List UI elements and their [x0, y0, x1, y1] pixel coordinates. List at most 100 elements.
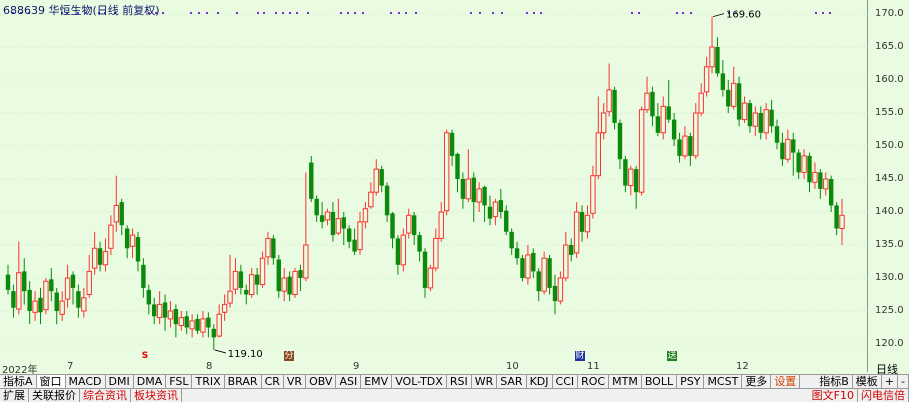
candle-body	[476, 188, 482, 203]
indicator-tab[interactable]: MACD	[66, 375, 106, 389]
indicator-tab[interactable]: ASI	[336, 375, 362, 389]
candle-body	[823, 178, 829, 190]
bottom-tab-bar: 扩展 关联报价 综合资讯 板块资讯 图文F10 闪电信倍	[0, 388, 909, 402]
price-tick-label: 130.0	[875, 272, 904, 283]
indicator-tab-right[interactable]: -	[898, 375, 909, 389]
indicator-tab[interactable]: VOL-TDX	[392, 375, 447, 389]
price-axis: 170.0 165.0 160.0 155.0 150.0 145.0 140.0 135.0…	[869, 0, 909, 372]
indicator-tab[interactable]: 窗口	[36, 375, 66, 389]
signal-dot	[540, 12, 542, 14]
indicator-tab[interactable]: RSI	[447, 375, 472, 389]
price-tick-label: 165.0	[875, 41, 904, 52]
candle-body	[173, 309, 179, 325]
indicator-tab[interactable]: MCST	[704, 375, 743, 389]
candle-body	[504, 210, 509, 232]
event-marker-1[interactable]: 分	[284, 351, 294, 361]
candle-body	[525, 254, 531, 279]
candle-body	[655, 116, 661, 133]
indicator-tab[interactable]: VR	[284, 375, 307, 389]
signal-dot	[676, 12, 678, 14]
signal-dot	[405, 12, 407, 14]
bottom-tab-right[interactable]: 图文F10	[809, 389, 858, 402]
indicator-tab[interactable]: BRAR	[225, 375, 262, 389]
indicator-tab-right[interactable]: 模板	[853, 375, 882, 389]
candle-body	[666, 106, 671, 120]
signal-dot	[682, 12, 684, 14]
event-marker-3[interactable]: 送	[667, 351, 677, 361]
signal-dot	[526, 12, 528, 14]
indicator-tab[interactable]: SAR	[497, 375, 527, 389]
candle-body	[612, 89, 617, 123]
signal-dot	[198, 12, 200, 14]
annotation-arrow	[214, 349, 226, 354]
signal-dot	[638, 12, 640, 14]
signal-dot	[492, 12, 494, 14]
candle-body	[227, 290, 233, 304]
candle-body	[265, 237, 271, 258]
date-axis: 2022年 7 8 9 10 11 12	[0, 361, 868, 376]
candle-body	[200, 318, 206, 333]
candle-body	[5, 274, 11, 290]
indicator-tab[interactable]: FSL	[166, 375, 193, 389]
chart-area[interactable]: 169.60 119.10 688639 华恒生物(日线 前复权) S 分 财 送…	[0, 0, 868, 376]
price-tick-label: 125.0	[875, 305, 904, 316]
signal-dot	[162, 12, 164, 14]
candle-body	[601, 112, 607, 134]
event-marker-2[interactable]: 财	[575, 351, 585, 361]
candle-body	[606, 89, 612, 113]
indicator-tab-right[interactable]: 指标B	[816, 375, 853, 389]
bottom-tab[interactable]: 扩展	[0, 389, 29, 402]
signal-dot	[275, 12, 277, 14]
candle-body	[638, 109, 645, 193]
indicator-tab[interactable]: PSY	[677, 375, 705, 389]
candle-body	[11, 291, 16, 308]
price-tick-label: 145.0	[875, 173, 904, 184]
candle-body	[216, 313, 222, 337]
indicator-tab[interactable]: DMI	[106, 375, 134, 389]
candle-body	[671, 119, 677, 140]
indicator-tab[interactable]: CR	[262, 375, 284, 389]
candle-body	[368, 191, 374, 208]
candle-body	[379, 169, 384, 186]
candle-body	[569, 245, 574, 255]
candle-body	[818, 172, 823, 189]
signal-dot	[263, 12, 265, 14]
indicator-tab[interactable]: CCI	[553, 375, 579, 389]
candle-body	[362, 208, 369, 223]
low-price-label: 119.10	[228, 349, 263, 360]
candle-body	[244, 289, 249, 295]
indicator-tab-right[interactable]: +	[882, 375, 899, 389]
split-marker-s[interactable]: S	[140, 351, 150, 361]
candlestick-chart[interactable]: 169.60 119.10	[0, 0, 868, 372]
indicator-tab[interactable]: OBV	[306, 375, 337, 389]
candle-body	[650, 91, 655, 117]
candle-body	[644, 92, 650, 111]
indicator-tab[interactable]: EMV	[361, 375, 393, 389]
candle-body	[400, 234, 407, 266]
candle-body	[281, 277, 287, 292]
candle-body	[76, 291, 81, 308]
candle-body	[206, 317, 211, 328]
indicator-tab[interactable]: BOLL	[642, 375, 678, 389]
candle-body	[54, 292, 59, 311]
candle-body	[660, 105, 666, 134]
indicator-tab[interactable]: DMA	[134, 375, 167, 389]
indicator-tab[interactable]: KDJ	[527, 375, 553, 389]
indicator-tab[interactable]: 更多	[742, 375, 772, 389]
indicator-tab[interactable]: MTM	[609, 375, 642, 389]
indicator-tab[interactable]: ROC	[578, 375, 610, 389]
candle-body	[70, 274, 76, 288]
indicator-tab[interactable]: 设置	[771, 375, 801, 389]
candle-body	[736, 83, 742, 120]
candle-body	[406, 214, 412, 234]
bottom-tab-right[interactable]: 闪电信倍	[858, 389, 909, 402]
bottom-tab[interactable]: 关联报价	[29, 389, 80, 402]
candle-body	[455, 153, 460, 179]
bottom-tab[interactable]: 板块资讯	[131, 389, 182, 402]
indicator-tab[interactable]: WR	[472, 375, 498, 389]
candle-body	[357, 221, 363, 251]
candle-body	[438, 211, 444, 239]
indicator-tab[interactable]: TRIX	[192, 375, 225, 389]
indicator-tab[interactable]: 指标A	[0, 375, 37, 389]
bottom-tab[interactable]: 综合资讯	[80, 389, 131, 402]
